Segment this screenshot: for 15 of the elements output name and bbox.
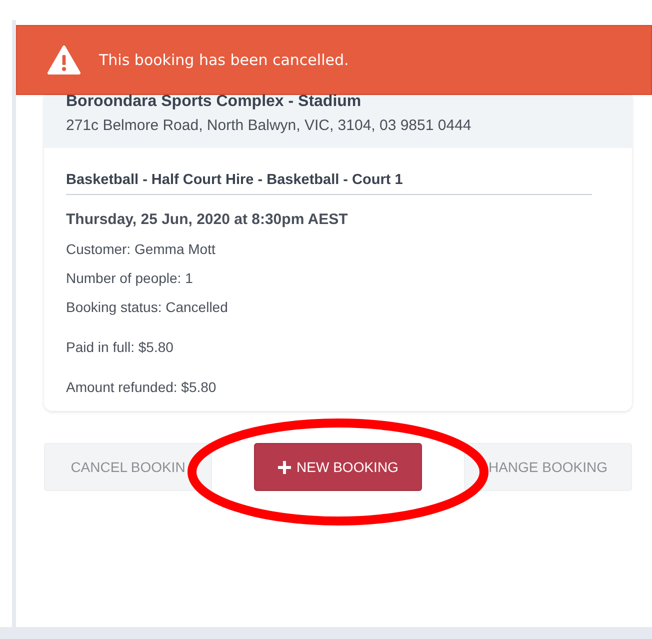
booking-detail: Booking status: Cancelled xyxy=(66,299,229,315)
warning-icon xyxy=(47,45,81,75)
plus-icon xyxy=(278,460,291,474)
booking-detail: Customer: Gemma Mott xyxy=(66,241,216,257)
booking-action-button[interactable]: CANCEL BOOKIN xyxy=(44,443,212,491)
booking-title: Basketball - Half Court Hire - Basketball - Court 1 xyxy=(66,172,592,195)
venue-address: 271c Belmore Road, North Balwyn, VIC, 3104, 03 9851 0444 xyxy=(66,117,472,134)
venue-name: Boroondara Sports Complex - Stadium xyxy=(66,93,362,111)
booking-datetime: Thursday, 25 Jun, 2020 at 8:30pm AEST xyxy=(66,211,349,228)
payment-line: Paid in full: $5.80 xyxy=(66,339,174,355)
new-booking-button[interactable]: NEW BOOKING xyxy=(254,443,422,491)
alert-message: This booking has been cancelled. xyxy=(99,51,349,69)
payment-line: Amount refunded: $5.80 xyxy=(66,379,218,395)
booking-detail: Number of people: 1 xyxy=(66,270,194,286)
booking-action-button[interactable]: HANGE BOOKING xyxy=(464,443,632,491)
